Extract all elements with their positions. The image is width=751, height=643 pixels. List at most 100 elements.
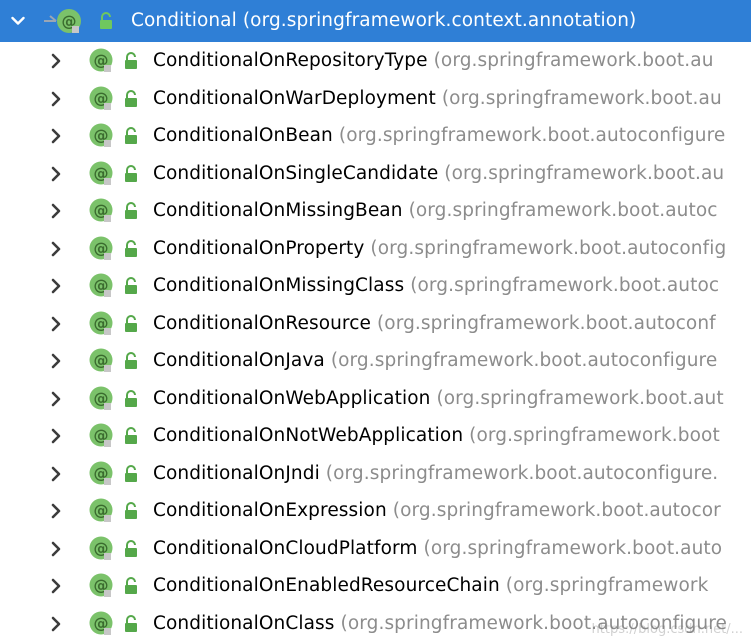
tree-row[interactable]: @ ConditionalOnNotWebApplication (org.spr… (0, 417, 751, 455)
chevron-right-icon[interactable] (46, 501, 66, 521)
tree-row[interactable]: @ ConditionalOnEnabledResourceChain (org.… (0, 567, 751, 605)
package-name: (org.springframework.boot.autoc (408, 200, 718, 221)
annotation-icon: @ (89, 611, 115, 637)
chevron-right-icon[interactable] (46, 464, 66, 484)
tree-row-label: ConditionalOnJava (org.springframework.b… (153, 350, 717, 371)
package-name: (org.springframework.boot.autoconfigure (338, 125, 726, 146)
class-name: ConditionalOnNotWebApplication (153, 425, 464, 446)
class-name: ConditionalOnClass (153, 612, 335, 634)
chevron-right-icon[interactable] (46, 426, 66, 446)
annotation-icon: @ (89, 498, 115, 524)
tree-row[interactable]: @ ConditionalOnExpression (org.springfram… (0, 492, 751, 530)
class-name: ConditionalOnBean (153, 125, 333, 146)
annotation-icon: @ (89, 273, 115, 299)
package-name: (org.springframework.boot.au (444, 162, 725, 184)
tree-row-label: ConditionalOnRepositoryType (org.springf… (153, 50, 714, 71)
annotation-icon: @ (89, 198, 115, 224)
chevron-right-icon[interactable] (46, 201, 66, 221)
chevron-right-icon[interactable] (46, 276, 66, 296)
tree-row[interactable]: @ ConditionalOnMissingClass (org.springfr… (0, 267, 751, 305)
class-name: ConditionalOnJava (153, 350, 325, 371)
tree-row-label: ConditionalOnCloudPlatform (org.springfr… (153, 538, 722, 559)
tree-row-label: ConditionalOnEnabledResourceChain (org.s… (153, 575, 708, 596)
package-name: (org.springframework.boot.au (441, 87, 722, 109)
class-name: ConditionalOnRepositoryType (153, 50, 428, 71)
tree-row-label: ConditionalOnMissingBean (org.springfram… (153, 200, 718, 221)
package-name: (org.springframework.boot.auto (423, 537, 723, 559)
tree-row[interactable]: @ ConditionalOnRepositoryType (org.spring… (0, 42, 751, 80)
chevron-right-icon[interactable] (46, 164, 66, 184)
lock-icon (123, 202, 139, 220)
tree-row[interactable]: @ ConditionalOnBean (org.springframework.… (0, 117, 751, 155)
annotation-icon: @ (44, 8, 82, 34)
hierarchy-tree: @ Conditional (org.springframework.conte… (0, 0, 751, 643)
tree-row-label: ConditionalOnBean (org.springframework.b… (153, 125, 725, 146)
package-name: (org.springframework.boot.autoconfig (370, 237, 727, 259)
tree-row-label: ConditionalOnWebApplication (org.springf… (153, 388, 724, 409)
tree-row-label: ConditionalOnSingleCandidate (org.spring… (153, 163, 724, 184)
lock-icon (123, 89, 139, 108)
chevron-right-icon[interactable] (46, 126, 66, 146)
lock-icon (123, 614, 139, 633)
tree-row-label: ConditionalOnMissingClass (org.springfra… (153, 275, 719, 296)
chevron-right-icon[interactable] (46, 614, 66, 634)
root-class-name: Conditional (131, 10, 237, 31)
chevron-right-icon[interactable] (46, 351, 66, 371)
tree-row[interactable]: @ ConditionalOnSingleCandidate (org.sprin… (0, 155, 751, 193)
chevron-down-icon[interactable] (8, 11, 28, 31)
class-name: ConditionalOnJndi (153, 462, 320, 484)
class-name: ConditionalOnSingleCandidate (153, 162, 439, 184)
watermark: https://blog.csdn.net/... (591, 622, 743, 637)
chevron-right-icon[interactable] (46, 239, 66, 259)
class-name: ConditionalOnWarDeployment (153, 87, 436, 109)
package-name: (org.springframework.boot.au (433, 50, 714, 71)
lock-icon (123, 314, 139, 333)
annotation-icon: @ (89, 348, 115, 374)
annotation-icon: @ (89, 461, 115, 487)
class-name: ConditionalOnMissingClass (153, 275, 405, 296)
root-package-name: (org.springframework.context.annotation) (242, 10, 637, 31)
tree-row[interactable]: @ ConditionalOnMissingBean (org.springfra… (0, 192, 751, 230)
lock-icon (123, 389, 139, 408)
class-name: ConditionalOnMissingBean (153, 200, 403, 221)
chevron-right-icon[interactable] (46, 314, 66, 334)
chevron-right-icon[interactable] (46, 539, 66, 559)
annotation-icon: @ (89, 536, 115, 562)
class-name: ConditionalOnExpression (153, 500, 387, 521)
tree-row[interactable]: @ ConditionalOnCloudPlatform (org.springf… (0, 530, 751, 568)
tree-row[interactable]: @ ConditionalOnWebApplication (org.spring… (0, 380, 751, 418)
annotation-icon: @ (89, 123, 115, 149)
tree-row[interactable]: @ ConditionalOnJndi (org.springframework.… (0, 455, 751, 493)
lock-icon (98, 12, 114, 30)
package-name: (org.springframework.boot.autoc (410, 275, 720, 296)
tree-row-label: ConditionalOnNotWebApplication (org.spri… (153, 425, 720, 446)
package-name: (org.springframework.boot.aut (436, 387, 724, 409)
chevron-right-icon[interactable] (46, 576, 66, 596)
lock-icon (123, 539, 139, 558)
class-name: ConditionalOnProperty (153, 237, 365, 259)
package-name: (org.springframework (505, 575, 709, 596)
tree-row[interactable]: @ ConditionalOnResource (org.springframew… (0, 305, 751, 343)
lock-icon (123, 52, 139, 70)
annotation-icon: @ (89, 386, 115, 412)
tree-row[interactable]: @ ConditionalOnProperty (org.springframew… (0, 230, 751, 268)
annotation-icon: @ (89, 236, 115, 262)
package-name: (org.springframework.boot.autoconfigure (330, 350, 718, 371)
tree-row[interactable]: @ ConditionalOnJava (org.springframework.… (0, 342, 751, 380)
tree-root-row[interactable]: @ Conditional (org.springframework.conte… (0, 0, 751, 42)
tree-row-label: ConditionalOnWarDeployment (org.springfr… (153, 88, 722, 109)
chevron-right-icon[interactable] (46, 51, 66, 71)
lock-icon (123, 127, 139, 145)
class-name: ConditionalOnWebApplication (153, 387, 431, 409)
tree-row[interactable]: @ ConditionalOnWarDeployment (org.springf… (0, 80, 751, 118)
tree-root-label: Conditional (org.springframework.context… (131, 10, 636, 31)
lock-icon (123, 502, 139, 520)
tree-row-label: ConditionalOnExpression (org.springframe… (153, 500, 721, 521)
tree-row-label: ConditionalOnJndi (org.springframework.b… (153, 463, 718, 484)
tree-row-label: ConditionalOnResource (org.springframewo… (153, 313, 716, 334)
annotation-icon: @ (89, 86, 115, 112)
chevron-right-icon[interactable] (46, 389, 66, 409)
annotation-icon: @ (89, 311, 115, 337)
package-name: (org.springframework.boot.autoconf (376, 312, 716, 334)
chevron-right-icon[interactable] (46, 89, 66, 109)
